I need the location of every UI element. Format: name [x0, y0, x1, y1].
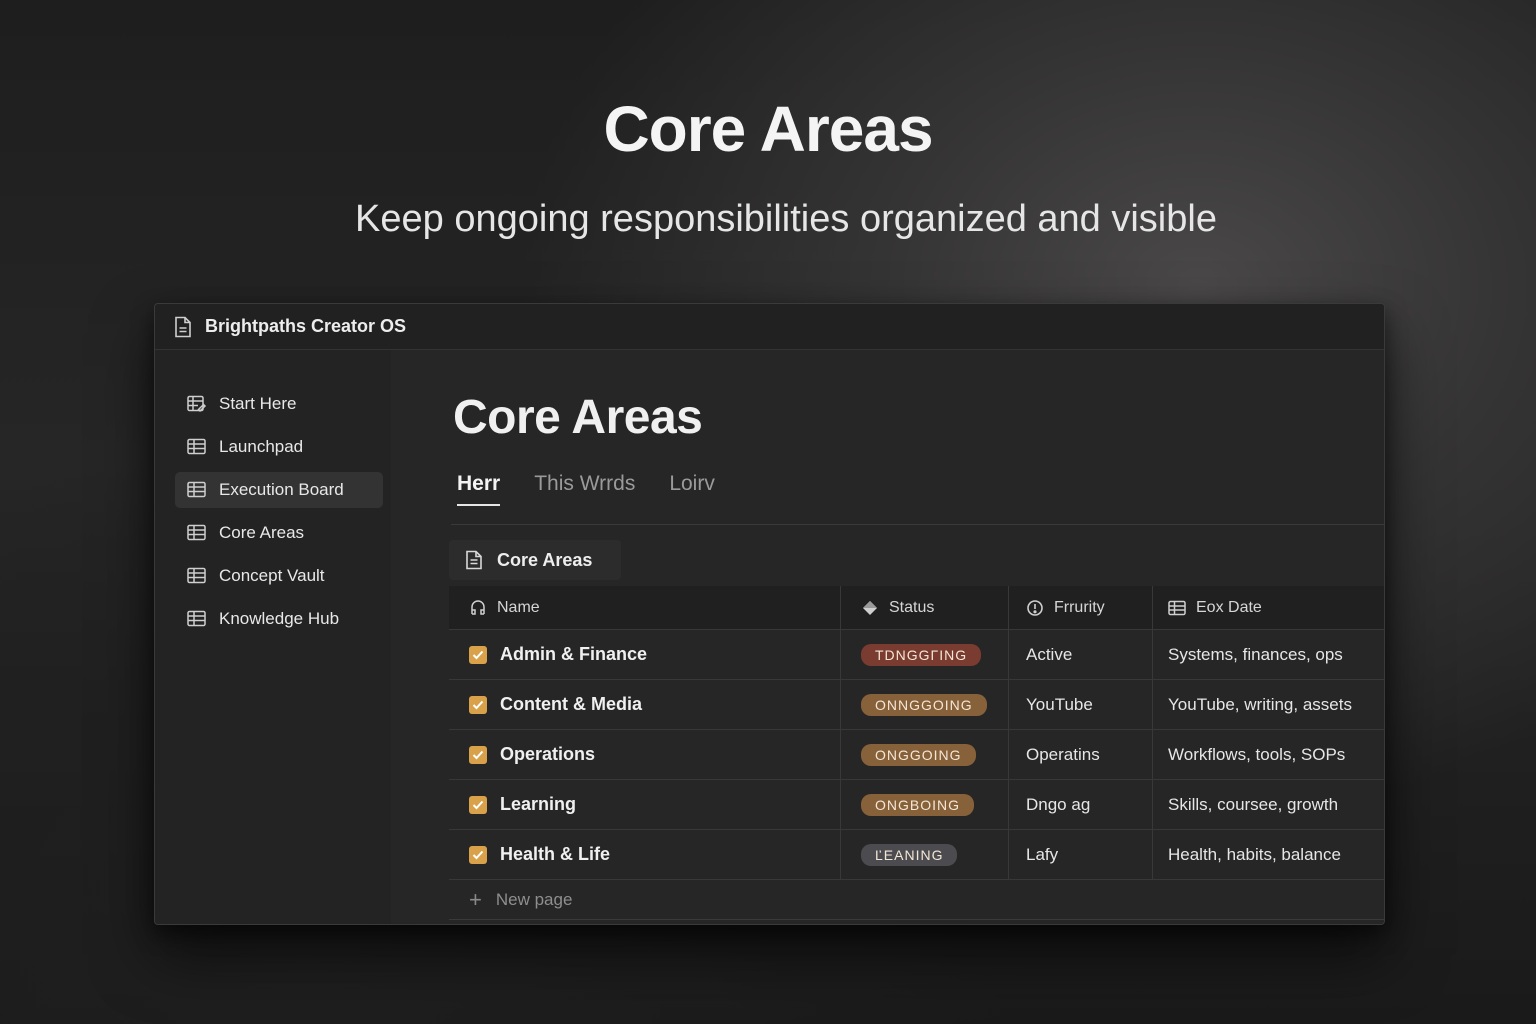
description-cell: Systems, finances, ops: [1168, 644, 1343, 664]
table-row[interactable]: Admin & Finance TDNGGΓING Active Systems…: [449, 630, 1384, 680]
sidebar-item-start-here[interactable]: Start Here: [175, 386, 383, 422]
table-header-row: Name Status Frrurity Eox Date: [449, 586, 1384, 630]
name-cell: Learning: [449, 780, 841, 829]
status-badge[interactable]: ONNGGOING: [861, 693, 987, 716]
title-icon: [469, 599, 487, 617]
checkbox-checked[interactable]: [469, 845, 487, 864]
sidebar-item-knowledge-hub[interactable]: Knowledge Hub: [175, 601, 383, 637]
table-icon: [187, 438, 207, 456]
sidebar-item-core-areas[interactable]: Core Areas: [175, 515, 383, 551]
description-cell: YouTube, writing, assets: [1168, 694, 1352, 714]
checkbox-checked[interactable]: [469, 695, 487, 714]
sidebar-item-label: Concept Vault: [219, 566, 325, 585]
database-title-label: Core Areas: [497, 549, 593, 570]
priority-cell: Operatins: [1009, 730, 1153, 779]
sidebar-item-label: Knowledge Hub: [219, 609, 340, 628]
priority-cell: YouTube: [1009, 680, 1153, 729]
column-header-name[interactable]: Name: [449, 586, 841, 629]
sidebar-item-label: Launchpad: [219, 437, 304, 456]
tab-loirv[interactable]: Loirv: [669, 472, 715, 506]
document-icon: [465, 550, 483, 570]
name-cell: Admin & Finance: [449, 630, 841, 679]
table-icon: [187, 610, 207, 628]
priority-cell: Dngo ag: [1009, 780, 1153, 829]
priority-cell: Lafy: [1009, 830, 1153, 879]
column-header-description[interactable]: Eox Date: [1153, 586, 1384, 629]
status-cell: TDNGGΓING: [841, 630, 1009, 679]
status-badge[interactable]: ĽEANING: [861, 843, 958, 866]
table-icon: [187, 481, 207, 499]
description-cell: Skills, coursee, growth: [1168, 794, 1339, 814]
sidebar-item-label: Core Areas: [219, 523, 305, 542]
priority-cell: Active: [1009, 630, 1153, 679]
table-icon: [187, 567, 207, 585]
table-row[interactable]: Operations ONGGOING Operatins Workflows,…: [449, 730, 1384, 780]
column-header-label: Frrurity: [1054, 598, 1105, 616]
name-cell: Content & Media: [449, 680, 841, 729]
status-cell: ĽEANING: [841, 830, 1009, 879]
row-name: Content & Media: [500, 694, 642, 714]
checkbox-checked[interactable]: [469, 745, 487, 764]
document-icon: [173, 316, 193, 338]
status-cell: ONGGOING: [841, 730, 1009, 779]
sidebar: Start Here Launchpad Execution Board Cor…: [155, 350, 391, 924]
checkbox-checked[interactable]: [469, 645, 487, 664]
name-cell: Health & Life: [449, 830, 841, 879]
column-header-label: Status: [889, 598, 935, 616]
table-row[interactable]: Health & Life ĽEANING Lafy Health, habit…: [449, 830, 1384, 880]
sidebar-item-label: Execution Board: [219, 480, 344, 499]
app-window: Brightpaths Creator OS Start Here Launch…: [154, 303, 1385, 925]
description-cell: Health, habits, balance: [1168, 844, 1341, 864]
hero-title: Core Areas: [603, 93, 933, 165]
main-content: Core Areas Herr This Wrrds Loirv Core Ar…: [391, 350, 1384, 924]
sidebar-item-launchpad[interactable]: Launchpad: [175, 429, 383, 465]
window-title: Brightpaths Creator OS: [205, 316, 407, 336]
row-name: Health & Life: [500, 844, 611, 864]
column-header-label: Name: [497, 598, 540, 616]
table-edit-icon: [187, 395, 207, 413]
tab-this-wrrds[interactable]: This Wrrds: [534, 472, 635, 506]
column-header-priority[interactable]: Frrurity: [1009, 586, 1153, 629]
status-cell: ONNGGOING: [841, 680, 1009, 729]
tabs-divider: [451, 524, 1384, 525]
row-name: Learning: [500, 794, 577, 814]
status-badge[interactable]: ONGGOING: [861, 743, 976, 766]
column-header-status[interactable]: Status: [841, 586, 1009, 629]
table-row[interactable]: Learning ONGBOING Dngo ag Skills, course…: [449, 780, 1384, 830]
tab-herr[interactable]: Herr: [457, 472, 501, 506]
page-title: Core Areas: [453, 391, 703, 444]
info-circle-icon: [1026, 599, 1044, 617]
table-icon: [187, 524, 207, 542]
table-row[interactable]: Content & Media ONNGGOING YouTube YouTub…: [449, 680, 1384, 730]
status-badge[interactable]: ONGBOING: [861, 793, 975, 816]
description-cell: Workflows, tools, SOPs: [1168, 744, 1346, 764]
row-name: Admin & Finance: [500, 644, 648, 664]
window-titlebar: Brightpaths Creator OS: [155, 304, 1384, 350]
plus-icon: +: [469, 886, 482, 912]
new-page-label: New page: [495, 889, 573, 909]
status-badge[interactable]: TDNGGΓING: [861, 643, 982, 666]
sidebar-item-concept-vault[interactable]: Concept Vault: [175, 558, 383, 594]
checkbox-checked[interactable]: [469, 795, 487, 814]
table-icon: [1168, 599, 1186, 617]
status-cell: ONGBOING: [841, 780, 1009, 829]
row-name: Operations: [500, 744, 596, 764]
select-icon: [861, 599, 879, 617]
column-header-label: Eox Date: [1196, 598, 1262, 616]
name-cell: Operations: [449, 730, 841, 779]
new-page-button[interactable]: + New page: [449, 880, 1384, 920]
sidebar-item-label: Start Here: [219, 394, 297, 413]
database-table: Name Status Frrurity Eox Date Admin & Fi…: [449, 586, 1384, 920]
database-title[interactable]: Core Areas: [449, 540, 621, 580]
hero-subtitle: Keep ongoing responsibilities organized …: [355, 198, 1217, 240]
view-tabs: Herr This Wrrds Loirv: [457, 472, 749, 506]
sidebar-item-execution-board[interactable]: Execution Board: [175, 472, 383, 508]
